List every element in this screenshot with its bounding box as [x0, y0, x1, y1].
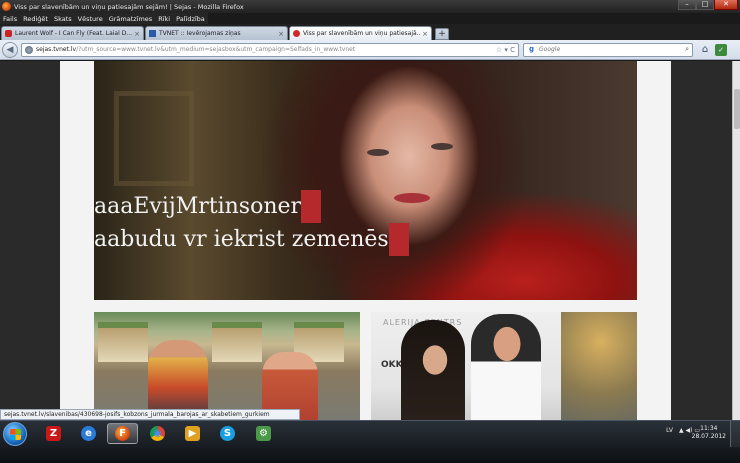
headline-line-2[interactable]: aabudu vr iekrist zemenēs	[94, 227, 389, 252]
headline-marker	[301, 190, 322, 223]
photo-detail	[561, 312, 637, 420]
window-controls: – □ ✕	[678, 0, 738, 10]
taskbar-generic-app[interactable]: ⚙	[248, 423, 279, 444]
scrollbar-thumb[interactable]	[734, 89, 740, 129]
taskbar-skype[interactable]: S	[212, 423, 243, 444]
addon-icon[interactable]: ✓	[715, 43, 727, 56]
photo-detail	[431, 143, 453, 150]
tab-label: Viss par slavenībām un viņu patiesajā...	[303, 30, 421, 37]
page-viewport: aaaEvijMrtinsoner aabudu vr iekrist zeme…	[0, 61, 740, 420]
headline-marker	[388, 223, 409, 256]
clock-time: 11:34	[700, 425, 718, 432]
clock-date: 28.07.2012	[691, 433, 726, 440]
window-title: Viss par slavenībām un viņu patiesajām s…	[14, 2, 244, 11]
zylom-icon: Z	[46, 426, 61, 441]
tab-label: TVNET :: Ievērojamas ziņas	[159, 30, 241, 37]
chrome-icon: ◉	[150, 426, 165, 441]
search-input[interactable]: Google	[539, 46, 685, 53]
menu-file[interactable]: Fails	[0, 15, 20, 23]
site-identity-icon[interactable]	[25, 45, 33, 54]
menu-bar: Fails Rediģēt Skats Vēsture Grāmatzīmes …	[0, 13, 208, 24]
hero-headline[interactable]: aaaEvijMrtinsoner aabudu vr iekrist zeme…	[94, 190, 409, 256]
google-icon[interactable]: g	[527, 45, 536, 54]
firefox-icon	[2, 2, 11, 11]
tab-sejas[interactable]: Viss par slavenībām un viņu patiesajā...…	[289, 26, 432, 40]
hero-article[interactable]: aaaEvijMrtinsoner aabudu vr iekrist zeme…	[94, 61, 637, 300]
home-icon[interactable]: ⌂	[699, 44, 711, 56]
skype-icon: S	[220, 426, 235, 441]
app-icon: ⚙	[256, 426, 271, 441]
maximize-button[interactable]: □	[696, 0, 714, 10]
taskbar-firefox[interactable]: F	[107, 423, 138, 444]
page-content: aaaEvijMrtinsoner aabudu vr iekrist zeme…	[60, 61, 671, 420]
start-button[interactable]	[3, 422, 27, 446]
tvnet-icon	[149, 30, 156, 37]
tab-strip: Laurent Wolf - I Can Fly (Feat. Laial D.…	[0, 24, 740, 40]
firefox-taskbar-icon: F	[115, 426, 130, 441]
taskbar-internet-explorer[interactable]: e	[73, 423, 104, 444]
menu-edit[interactable]: Rediģēt	[20, 15, 51, 23]
status-link-preview: sejas.tvnet.lv/slavenibas/430698-josifs_…	[0, 409, 300, 420]
back-button[interactable]: ◀	[2, 41, 18, 58]
background-frame	[114, 91, 194, 186]
minimize-button[interactable]: –	[678, 0, 696, 10]
tab-close-icon[interactable]: ×	[278, 30, 284, 38]
window-title-bar[interactable]: Viss par slavenībām un viņu patiesajām s…	[0, 0, 740, 13]
tab-close-icon[interactable]: ×	[134, 30, 140, 38]
media-player-icon: ▶	[185, 426, 200, 441]
headline-line-1[interactable]: aaaEvijMrtinsoner	[94, 194, 301, 219]
menu-view[interactable]: Skats	[51, 15, 75, 23]
taskbar-chrome[interactable]: ◉	[142, 423, 173, 444]
address-bar[interactable]: sejas.tvnet.lv/?utm_source=www.tvnet.lv&…	[21, 42, 519, 57]
windows-taskbar: Z e F ◉ ▶ S ⚙ LV ▲ ◀) ▭ 11:34 28.07.2012	[0, 420, 740, 463]
menu-history[interactable]: Vēsture	[75, 15, 106, 23]
tab-tvnet[interactable]: TVNET :: Ievērojamas ziņas ×	[145, 26, 288, 40]
navigation-bar: ◀ sejas.tvnet.lv/?utm_source=www.tvnet.l…	[0, 40, 740, 60]
youtube-icon	[5, 30, 12, 37]
photo-detail	[212, 322, 262, 362]
taskbar-media-player[interactable]: ▶	[177, 423, 208, 444]
page-scrollbar[interactable]	[732, 61, 740, 420]
photo-detail	[98, 322, 148, 362]
internet-explorer-icon: e	[81, 426, 96, 441]
language-indicator[interactable]: LV	[666, 427, 673, 434]
tab-youtube[interactable]: Laurent Wolf - I Can Fly (Feat. Laial D.…	[1, 26, 144, 40]
menu-bookmarks[interactable]: Grāmatzīmes	[106, 15, 156, 23]
tab-label: Laurent Wolf - I Can Fly (Feat. Laial D.…	[15, 30, 133, 37]
clock[interactable]: 11:34 28.07.2012	[692, 425, 726, 441]
article-card-right[interactable]: ALERIJA CENTRS OKKI OKKI	[371, 312, 637, 420]
url-text[interactable]: sejas.tvnet.lv/?utm_source=www.tvnet.lv&…	[36, 46, 494, 53]
photo-detail	[471, 314, 541, 420]
close-button[interactable]: ✕	[714, 0, 738, 10]
menu-tools[interactable]: Rīki	[155, 15, 173, 23]
tab-close-icon[interactable]: ×	[422, 30, 428, 38]
menu-help[interactable]: Palīdzība	[173, 15, 208, 23]
photo-detail	[367, 149, 389, 156]
sejas-icon	[293, 30, 300, 37]
search-icon[interactable]: ⌕	[685, 45, 689, 54]
search-bar[interactable]: g Google ⌕	[523, 42, 693, 57]
photo-detail	[401, 320, 465, 420]
new-tab-button[interactable]: +	[435, 28, 449, 40]
taskbar-zylom[interactable]: Z	[38, 423, 69, 444]
article-card-left[interactable]	[94, 312, 360, 420]
photo-detail	[148, 340, 208, 420]
show-desktop-button[interactable]	[730, 421, 740, 447]
bookmark-star-icon[interactable]: ☆ ▾ C	[496, 46, 515, 54]
